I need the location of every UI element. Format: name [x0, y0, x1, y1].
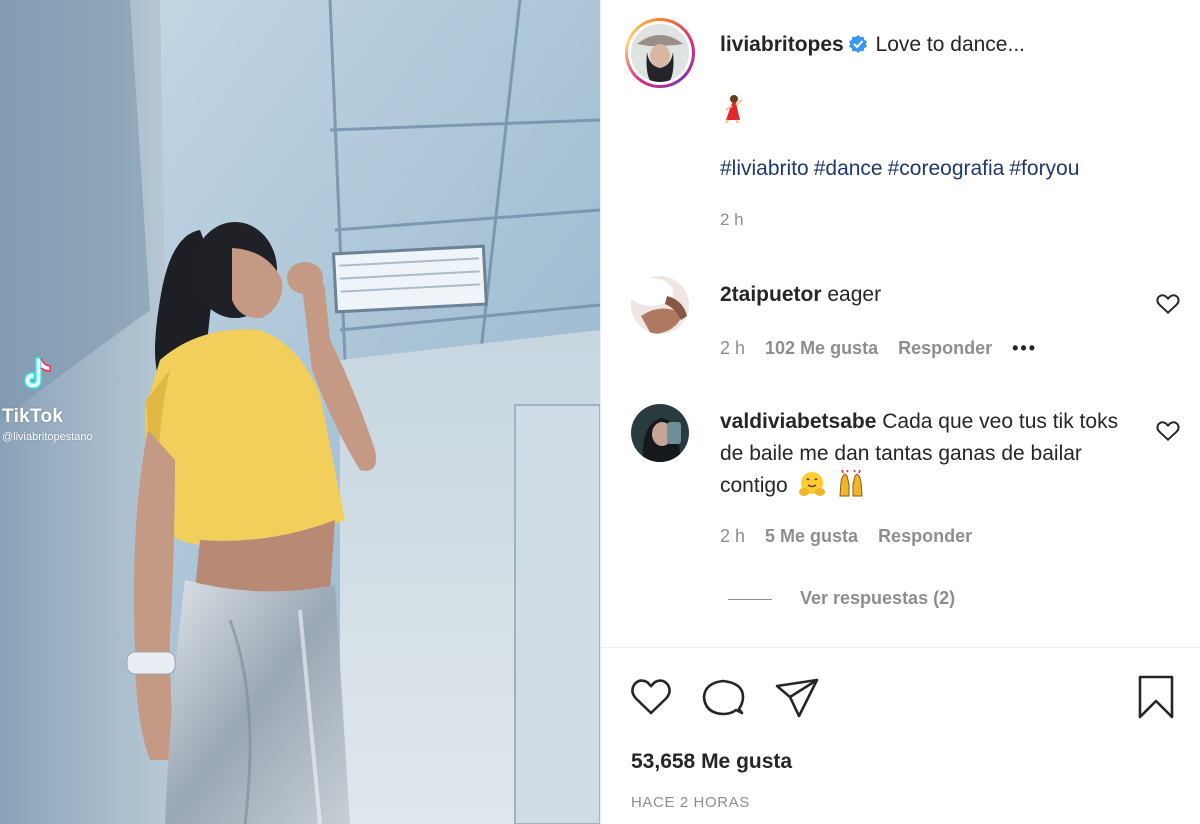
commenter-avatar[interactable] — [631, 276, 689, 334]
reply-button[interactable]: Responder — [878, 526, 972, 546]
comment-meta: 2 h 102 Me gusta Responder ••• — [720, 338, 1057, 359]
comment-body: valdiviabetsabe Cada que veo tus tik tok… — [720, 406, 1140, 502]
heart-icon[interactable] — [627, 673, 675, 721]
hashtag-link[interactable]: #coreografia — [888, 157, 1005, 180]
more-options-icon[interactable]: ••• — [1012, 338, 1037, 358]
post-panel: liviabritopes Love to dance... #liviabri… — [600, 0, 1200, 824]
hashtags: #liviabrito #dance #coreografia #foryou — [720, 154, 1084, 184]
replies-line — [728, 598, 772, 600]
verified-badge-icon — [848, 35, 867, 53]
author-photo — [631, 24, 689, 82]
author-avatar[interactable] — [625, 18, 695, 88]
raising-hands-emoji-icon — [839, 470, 863, 497]
comment-like-heart-icon[interactable] — [1155, 291, 1181, 317]
like-count[interactable]: 53,658 Me gusta — [631, 750, 792, 774]
post-caption: liviabritopes Love to dance... — [720, 30, 1180, 60]
author-username[interactable]: liviabritopes — [720, 33, 844, 56]
reply-button[interactable]: Responder — [898, 338, 992, 358]
comment-username[interactable]: 2taipuetor — [720, 283, 822, 306]
view-replies-label: Ver respuestas (2) — [800, 588, 956, 608]
hugging-face-emoji-icon — [798, 472, 825, 496]
comment-icon[interactable] — [699, 673, 747, 721]
section-divider — [601, 647, 1200, 648]
hashtag-link[interactable]: #liviabrito — [720, 157, 809, 180]
post-timestamp[interactable]: HACE 2 HORAS — [631, 794, 750, 811]
comment-like-heart-icon[interactable] — [1155, 418, 1181, 444]
post-media[interactable]: TikTok @liviabritopestano — [0, 0, 600, 824]
comment-body: 2taipuetor eager — [720, 279, 1140, 311]
dancer-emoji-icon — [725, 95, 743, 124]
comment-time[interactable]: 2 h — [720, 526, 745, 546]
hashtag-link[interactable]: #foryou — [1009, 157, 1079, 180]
comment-meta: 2 h 5 Me gusta Responder — [720, 526, 992, 547]
comment-likes[interactable]: 5 Me gusta — [765, 526, 858, 546]
comment-username[interactable]: valdiviabetsabe — [720, 410, 876, 433]
caption-timestamp[interactable]: 2 h — [720, 210, 744, 230]
caption-text: Love to dance... — [875, 33, 1025, 56]
hashtag-link[interactable]: #dance — [814, 157, 883, 180]
comment-time[interactable]: 2 h — [720, 338, 745, 358]
tiktok-logo-icon — [24, 357, 51, 389]
comment-likes[interactable]: 102 Me gusta — [765, 338, 878, 358]
bookmark-icon[interactable] — [1132, 673, 1180, 721]
commenter-avatar[interactable] — [631, 404, 689, 462]
share-icon[interactable] — [773, 673, 821, 721]
comment-text: eager — [827, 283, 882, 306]
video-frame — [0, 0, 600, 824]
view-replies-button[interactable]: Ver respuestas (2) — [728, 588, 955, 609]
tiktok-handle: @liviabritopestano — [2, 431, 93, 443]
tiktok-label: TikTok — [2, 406, 64, 427]
